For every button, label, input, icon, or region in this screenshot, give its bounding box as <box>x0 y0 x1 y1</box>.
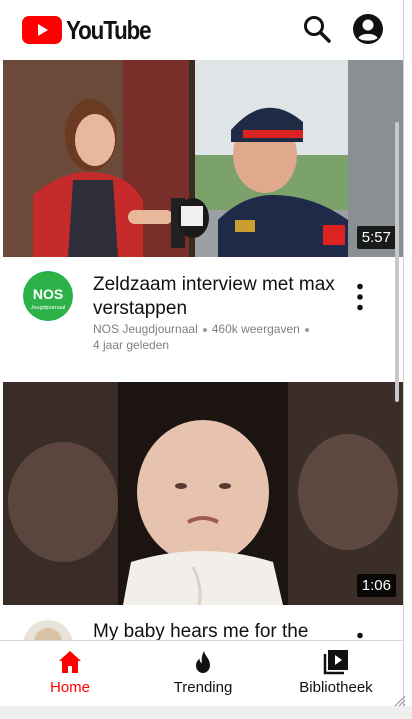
logo-wordmark: YouTube <box>66 14 152 45</box>
nav-home[interactable]: Home <box>10 649 130 701</box>
youtube-app: YouTube 5:57 NOS Jeugdjournaal Zeldzaam … <box>0 0 412 719</box>
nav-home-label: Home <box>49 679 90 696</box>
youtube-play-logo-icon <box>22 16 62 44</box>
nos-logo-icon: NOS Jeugdjournaal <box>23 271 73 321</box>
channel-avatar-image <box>23 620 73 640</box>
nav-library[interactable]: Bibliotheek <box>276 649 396 701</box>
account-circle-icon <box>353 14 383 44</box>
video-thumbnail[interactable]: 1:06 <box>3 382 403 605</box>
video-duration: 1:06 <box>356 574 396 597</box>
scrollbar[interactable] <box>395 122 399 402</box>
video-thumbnail[interactable]: 5:57 <box>3 60 403 257</box>
channel-avatar[interactable] <box>23 620 73 640</box>
video-card[interactable]: 1:06 My baby hears me for the <box>0 382 403 640</box>
search-icon <box>304 16 331 43</box>
avatar-channel-subtext: Jeugdjournaal <box>31 305 66 311</box>
resize-grip-icon[interactable] <box>392 693 406 707</box>
more-options-button[interactable] <box>350 281 370 313</box>
window-bottom-edge <box>0 706 412 719</box>
view-count: 460k weergaven <box>211 322 300 336</box>
channel-name[interactable]: NOS Jeugdjournaal <box>93 322 198 336</box>
baby-thumbnail-image <box>3 382 403 605</box>
video-card[interactable]: 5:57 NOS Jeugdjournaal Zeldzaam intervie… <box>0 60 403 382</box>
home-icon <box>59 651 81 673</box>
more-vertical-icon <box>357 632 363 639</box>
nav-library-label: Bibliotheek <box>299 679 373 696</box>
interview-thumbnail-image <box>3 60 403 257</box>
upload-age: 4 jaar geleden <box>93 338 170 352</box>
avatar-channel-abbrev: NOS <box>33 286 63 302</box>
separator-dot <box>304 327 309 332</box>
library-icon <box>323 650 348 675</box>
more-options-button[interactable] <box>350 630 370 640</box>
more-vertical-icon <box>357 283 363 311</box>
account-button[interactable] <box>351 12 385 46</box>
top-app-bar: YouTube <box>0 0 404 60</box>
search-button[interactable] <box>300 12 334 46</box>
bottom-navigation: Home Trending Bibliotheek <box>0 640 404 706</box>
video-duration: 5:57 <box>356 226 396 249</box>
video-metadata: NOS Jeugdjournaal 460k weergaven 4 jaar g… <box>93 321 343 353</box>
separator-dot <box>202 327 207 332</box>
flame-icon <box>196 651 210 673</box>
nav-trending[interactable]: Trending <box>143 649 263 701</box>
channel-avatar[interactable]: NOS Jeugdjournaal <box>23 271 73 321</box>
video-title[interactable]: Zeldzaam interview met max verstappen <box>93 273 343 321</box>
video-feed[interactable]: 5:57 NOS Jeugdjournaal Zeldzaam intervie… <box>0 60 404 640</box>
youtube-logo[interactable]: YouTube <box>22 14 164 46</box>
nav-trending-label: Trending <box>173 679 233 696</box>
video-title[interactable]: My baby hears me for the <box>93 620 343 640</box>
